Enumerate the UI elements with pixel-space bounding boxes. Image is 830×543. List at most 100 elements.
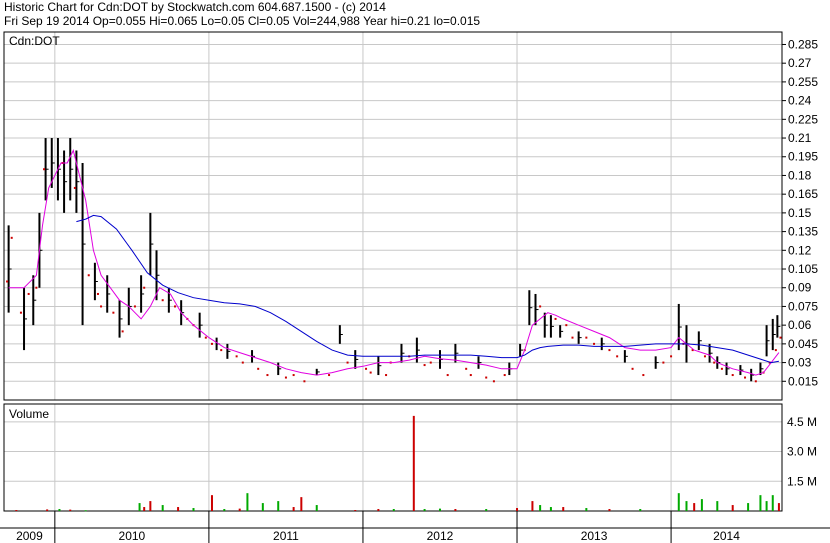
price-dot (485, 376, 488, 379)
price-dot (303, 380, 306, 383)
volume-bar (485, 509, 488, 511)
volume-bar (516, 508, 519, 511)
price-tick-label: 0.165 (788, 187, 818, 201)
volume-bars (15, 415, 780, 512)
price-axis-labels: 0.285 0.27 0.255 0.24 0.225 0.21 0.195 0.18 0.16… (782, 37, 818, 388)
symbol-label: Cdn:DOT (9, 34, 60, 48)
price-dot (565, 324, 568, 327)
volume-bar (531, 501, 534, 511)
price-dot (539, 305, 542, 308)
price-tick-label: 0.12 (788, 243, 812, 257)
volume-bar (777, 503, 780, 511)
price-dots (6, 161, 782, 383)
volume-gridlines (4, 404, 782, 511)
price-gridlines (4, 32, 782, 400)
price-dot (241, 361, 244, 364)
volume-bar (300, 497, 303, 511)
price-tick-label: 0.15 (788, 206, 812, 220)
price-dot (731, 374, 734, 377)
price-tick-label: 0.075 (788, 299, 818, 313)
price-dot (608, 349, 611, 352)
volume-tick-label: 1.5 M (787, 474, 817, 488)
year-label: 2012 (427, 529, 454, 543)
price-dot (43, 168, 46, 171)
volume-bar (261, 503, 264, 511)
price-dot (346, 361, 349, 364)
price-dot (503, 374, 506, 377)
year-label: 2013 (581, 529, 608, 543)
price-dot (73, 186, 76, 189)
volume-bar (277, 501, 280, 511)
year-tick-marks (54, 511, 672, 543)
price-dot (429, 361, 432, 364)
price-dot (204, 336, 207, 339)
price-tick-label: 0.135 (788, 225, 818, 239)
price-dot (257, 367, 260, 370)
price-dot (328, 374, 331, 377)
price-dot (593, 342, 596, 345)
volume-bar (585, 508, 588, 511)
volume-bar (84, 510, 87, 512)
price-tick-label: 0.03 (788, 356, 812, 370)
volume-bar (700, 499, 703, 511)
volume-bar (246, 493, 249, 511)
volume-bar (549, 507, 552, 511)
price-dot (96, 292, 99, 295)
price-dot (365, 367, 368, 370)
price-tick-label: 0.105 (788, 262, 818, 276)
price-dot (423, 364, 426, 367)
price-dot (744, 376, 747, 379)
price-tick-label: 0.285 (788, 37, 818, 51)
price-dot (465, 367, 468, 370)
volume-bar (608, 509, 611, 511)
price-dot (35, 286, 38, 289)
price-dot (235, 355, 238, 358)
price-dot (266, 374, 269, 377)
year-axis-labels: 2009 2010 2011 2012 2013 2014 (16, 529, 740, 543)
volume-bar (149, 501, 152, 511)
volume-bar (138, 503, 141, 511)
price-dot (662, 361, 665, 364)
price-dot (446, 374, 449, 377)
price-tick-label: 0.195 (788, 150, 818, 164)
price-tick-label: 0.015 (788, 374, 818, 388)
volume-bar (747, 503, 750, 511)
moving-average-lines (8, 149, 780, 376)
volume-bar (454, 509, 457, 511)
volume-bar (69, 509, 72, 511)
volume-bar (716, 501, 719, 511)
volume-bar (759, 495, 762, 511)
price-tick-label: 0.18 (788, 168, 812, 182)
price-dot (284, 376, 287, 379)
volume-bar (143, 507, 146, 511)
price-dot (369, 371, 372, 374)
price-tick-label: 0.06 (788, 318, 812, 332)
price-dot (6, 280, 9, 283)
short-moving-average-line (8, 149, 780, 376)
price-dot (143, 286, 146, 289)
volume-axis-labels: 4.5 M 3.0 M 1.5 M (787, 415, 817, 488)
volume-bar (771, 495, 774, 511)
price-dot (720, 367, 723, 370)
price-panel-frame (3, 31, 783, 401)
price-dot (161, 299, 164, 302)
price-dot (133, 305, 136, 308)
volume-bar (315, 505, 318, 511)
year-label: 2014 (713, 529, 740, 543)
price-dot (87, 274, 90, 277)
volume-bar (377, 509, 380, 511)
volume-bar (238, 508, 241, 511)
price-dot (112, 311, 115, 314)
volume-tick-label: 3.0 M (787, 445, 817, 459)
price-dot (642, 374, 645, 377)
chart-root: { "header": { "line1": "Historic Chart f… (0, 0, 830, 543)
volume-bar (392, 509, 395, 511)
price-dot (571, 336, 574, 339)
price-tick-label: 0.27 (788, 56, 812, 70)
price-dot (385, 374, 388, 377)
volume-bar (539, 505, 542, 511)
price-dot (585, 336, 588, 339)
price-dot (616, 355, 619, 358)
volume-bar (15, 510, 18, 512)
price-dot (554, 317, 557, 320)
